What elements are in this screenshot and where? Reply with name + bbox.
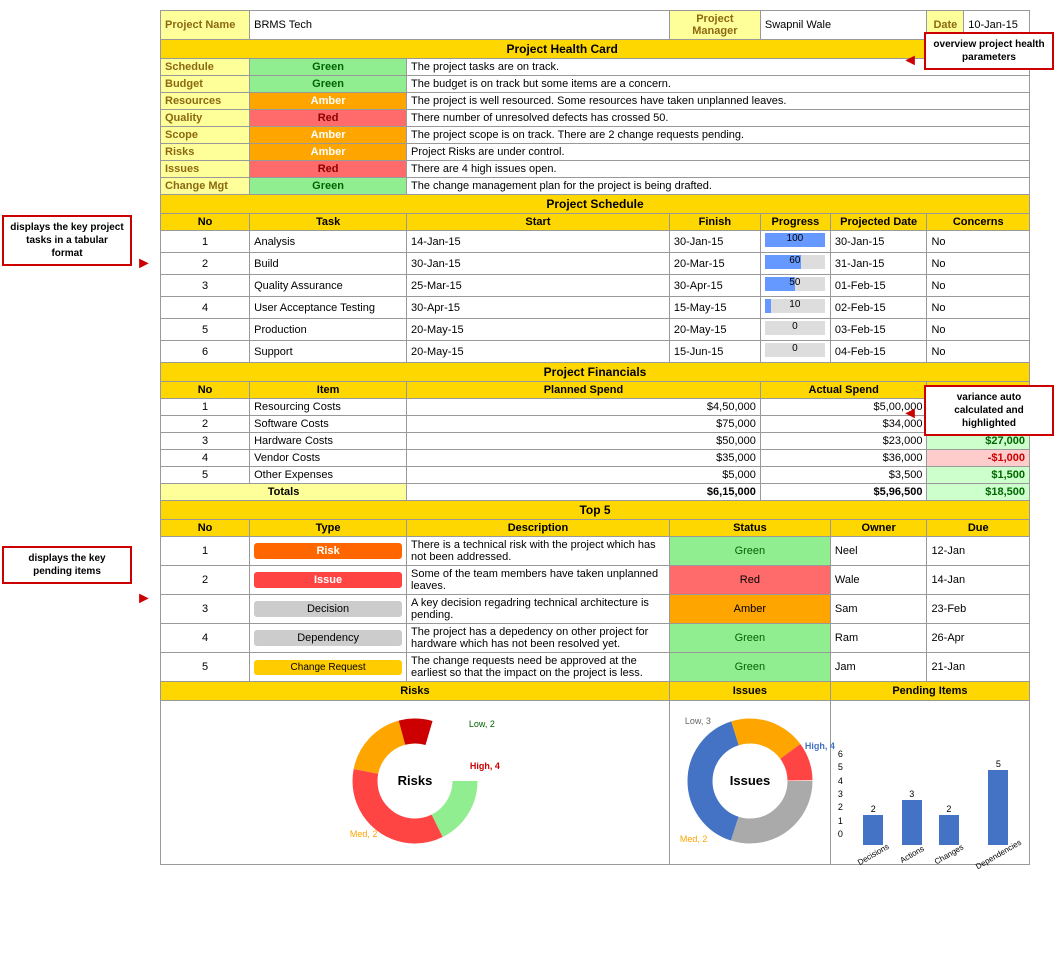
health-row-schedule: Schedule Green The project tasks are on … xyxy=(161,59,1030,76)
annotation-schedule: displays the key project tasks in a tabu… xyxy=(2,215,132,266)
financials-row-3: 3 Hardware Costs $50,000 $23,000 $27,000 xyxy=(161,433,1030,450)
progress-bar-3: 50 xyxy=(765,277,825,291)
progress-bar-6: 0 xyxy=(765,343,825,357)
arrow-variance: ◄ xyxy=(902,405,918,423)
project-manager-value: Swapnil Wale xyxy=(760,11,927,40)
financials-row-2: 2 Software Costs $75,000 $34,000 $41,000 xyxy=(161,416,1030,433)
schedule-row-2: 2 Build 30-Jan-15 20-Mar-15 60 31-Jan-15… xyxy=(161,253,1030,275)
project-name-label: Project Name xyxy=(161,11,250,40)
arrow-pending: ► xyxy=(136,590,152,608)
project-header-row: Project Name BRMS Tech Project Manager S… xyxy=(161,11,1030,40)
health-row-quality: Quality Red There number of unresolved d… xyxy=(161,110,1030,127)
bar-actions: 3 Actions xyxy=(899,789,925,859)
project-table: Project Name BRMS Tech Project Manager S… xyxy=(160,10,1030,865)
project-name-value: BRMS Tech xyxy=(250,11,670,40)
charts-row: Risks Low, 2 High, 4 Med, 2 xyxy=(161,701,1030,865)
table-wrapper: Project Name BRMS Tech Project Manager S… xyxy=(160,10,1030,865)
top5-title-row: Top 5 xyxy=(161,501,1030,520)
health-row-issues: Issues Red There are 4 high issues open. xyxy=(161,161,1030,178)
schedule-row-5: 5 Production 20-May-15 20-May-15 0 03-Fe… xyxy=(161,319,1030,341)
financials-row-1: 1 Resourcing Costs $4,50,000 $5,00,000 -… xyxy=(161,399,1030,416)
top5-row-4: 4 Dependency The project has a depedency… xyxy=(161,624,1030,653)
pending-bar-chart: 0 1 2 3 4 5 6 2 xyxy=(856,749,1024,859)
schedule-row-1: 1 Analysis 14-Jan-15 30-Jan-15 100 30-Ja… xyxy=(161,231,1030,253)
type-badge-5: Change Request xyxy=(254,660,402,675)
issues-chart-cell: Issues Low, 3 High, 4 Med, 2 xyxy=(669,701,830,865)
progress-bar-4: 10 xyxy=(765,299,825,313)
arrow-health: ◄ xyxy=(902,52,918,70)
arrow-schedule: ► xyxy=(136,255,152,273)
progress-bar-5: 0 xyxy=(765,321,825,335)
issues-donut-svg: Issues xyxy=(680,711,820,851)
schedule-row-6: 6 Support 20-May-15 15-Jun-15 0 04-Feb-1… xyxy=(161,341,1030,363)
type-badge-2: Issue xyxy=(254,572,402,588)
health-card-title: Project Health Card xyxy=(161,40,964,59)
financials-row-4: 4 Vendor Costs $35,000 $36,000 -$1,000 xyxy=(161,450,1030,467)
type-badge-4: Dependency xyxy=(254,630,402,646)
bar-dependencies: 5 Dependencies xyxy=(973,759,1024,859)
health-row-risks: Risks Amber Project Risks are under cont… xyxy=(161,144,1030,161)
health-row-changemgt: Change Mgt Green The change management p… xyxy=(161,178,1030,195)
schedule-title: Project Schedule xyxy=(161,195,1030,214)
pending-chart-cell: 0 1 2 3 4 5 6 2 xyxy=(830,701,1029,865)
schedule-row-4: 4 User Acceptance Testing 30-Apr-15 15-M… xyxy=(161,297,1030,319)
financials-title: Project Financials xyxy=(161,363,1030,382)
svg-text:Issues: Issues xyxy=(730,773,770,788)
health-row-resources: Resources Amber The project is well reso… xyxy=(161,93,1030,110)
top5-title: Top 5 xyxy=(161,501,1030,520)
pending-chart-title: Pending Items xyxy=(830,682,1029,701)
type-badge-3: Decision xyxy=(254,601,402,617)
financials-header-row: No Item Planned Spend Actual Spend Varia… xyxy=(161,382,1030,399)
charts-header-row: Risks Issues Pending Items xyxy=(161,682,1030,701)
annotation-pending: displays the key pending items xyxy=(2,546,132,584)
issues-chart-title: Issues xyxy=(669,682,830,701)
progress-bar-2: 60 xyxy=(765,255,825,269)
health-card-title-row: Project Health Card Green xyxy=(161,40,1030,59)
financials-totals-row: Totals $6,15,000 $5,96,500 $18,500 xyxy=(161,484,1030,501)
annotation-health-overview: overview project health parameters xyxy=(924,32,1054,70)
annotation-variance: variance auto calculated and highlighted xyxy=(924,385,1054,436)
top5-row-3: 3 Decision A key decision regadring tech… xyxy=(161,595,1030,624)
top5-row-2: 2 Issue Some of the team members have ta… xyxy=(161,566,1030,595)
progress-bar-1: 100 xyxy=(765,233,825,247)
schedule-title-row: Project Schedule xyxy=(161,195,1030,214)
health-row-scope: Scope Amber The project scope is on trac… xyxy=(161,127,1030,144)
project-manager-label: Project Manager xyxy=(669,11,760,40)
bar-decisions: 2 Decisions xyxy=(856,804,891,859)
risks-chart-cell: Risks Low, 2 High, 4 Med, 2 xyxy=(161,701,670,865)
main-container: overview project health parameters displ… xyxy=(0,0,1056,956)
health-row-budget: Budget Green The budget is on track but … xyxy=(161,76,1030,93)
risks-chart-title: Risks xyxy=(161,682,670,701)
financials-row-5: 5 Other Expenses $5,000 $3,500 $1,500 xyxy=(161,467,1030,484)
schedule-row-3: 3 Quality Assurance 25-Mar-15 30-Apr-15 … xyxy=(161,275,1030,297)
type-badge-1: Risk xyxy=(254,543,402,559)
bar-changes: 2 Changes xyxy=(933,804,965,859)
top5-row-5: 5 Change Request The change requests nee… xyxy=(161,653,1030,682)
top5-row-1: 1 Risk There is a technical risk with th… xyxy=(161,537,1030,566)
svg-text:Risks: Risks xyxy=(398,773,433,788)
top5-header-row: No Type Description Status Owner Due xyxy=(161,520,1030,537)
schedule-header-row: No Task Start Finish Progress Projected … xyxy=(161,214,1030,231)
financials-title-row: Project Financials xyxy=(161,363,1030,382)
